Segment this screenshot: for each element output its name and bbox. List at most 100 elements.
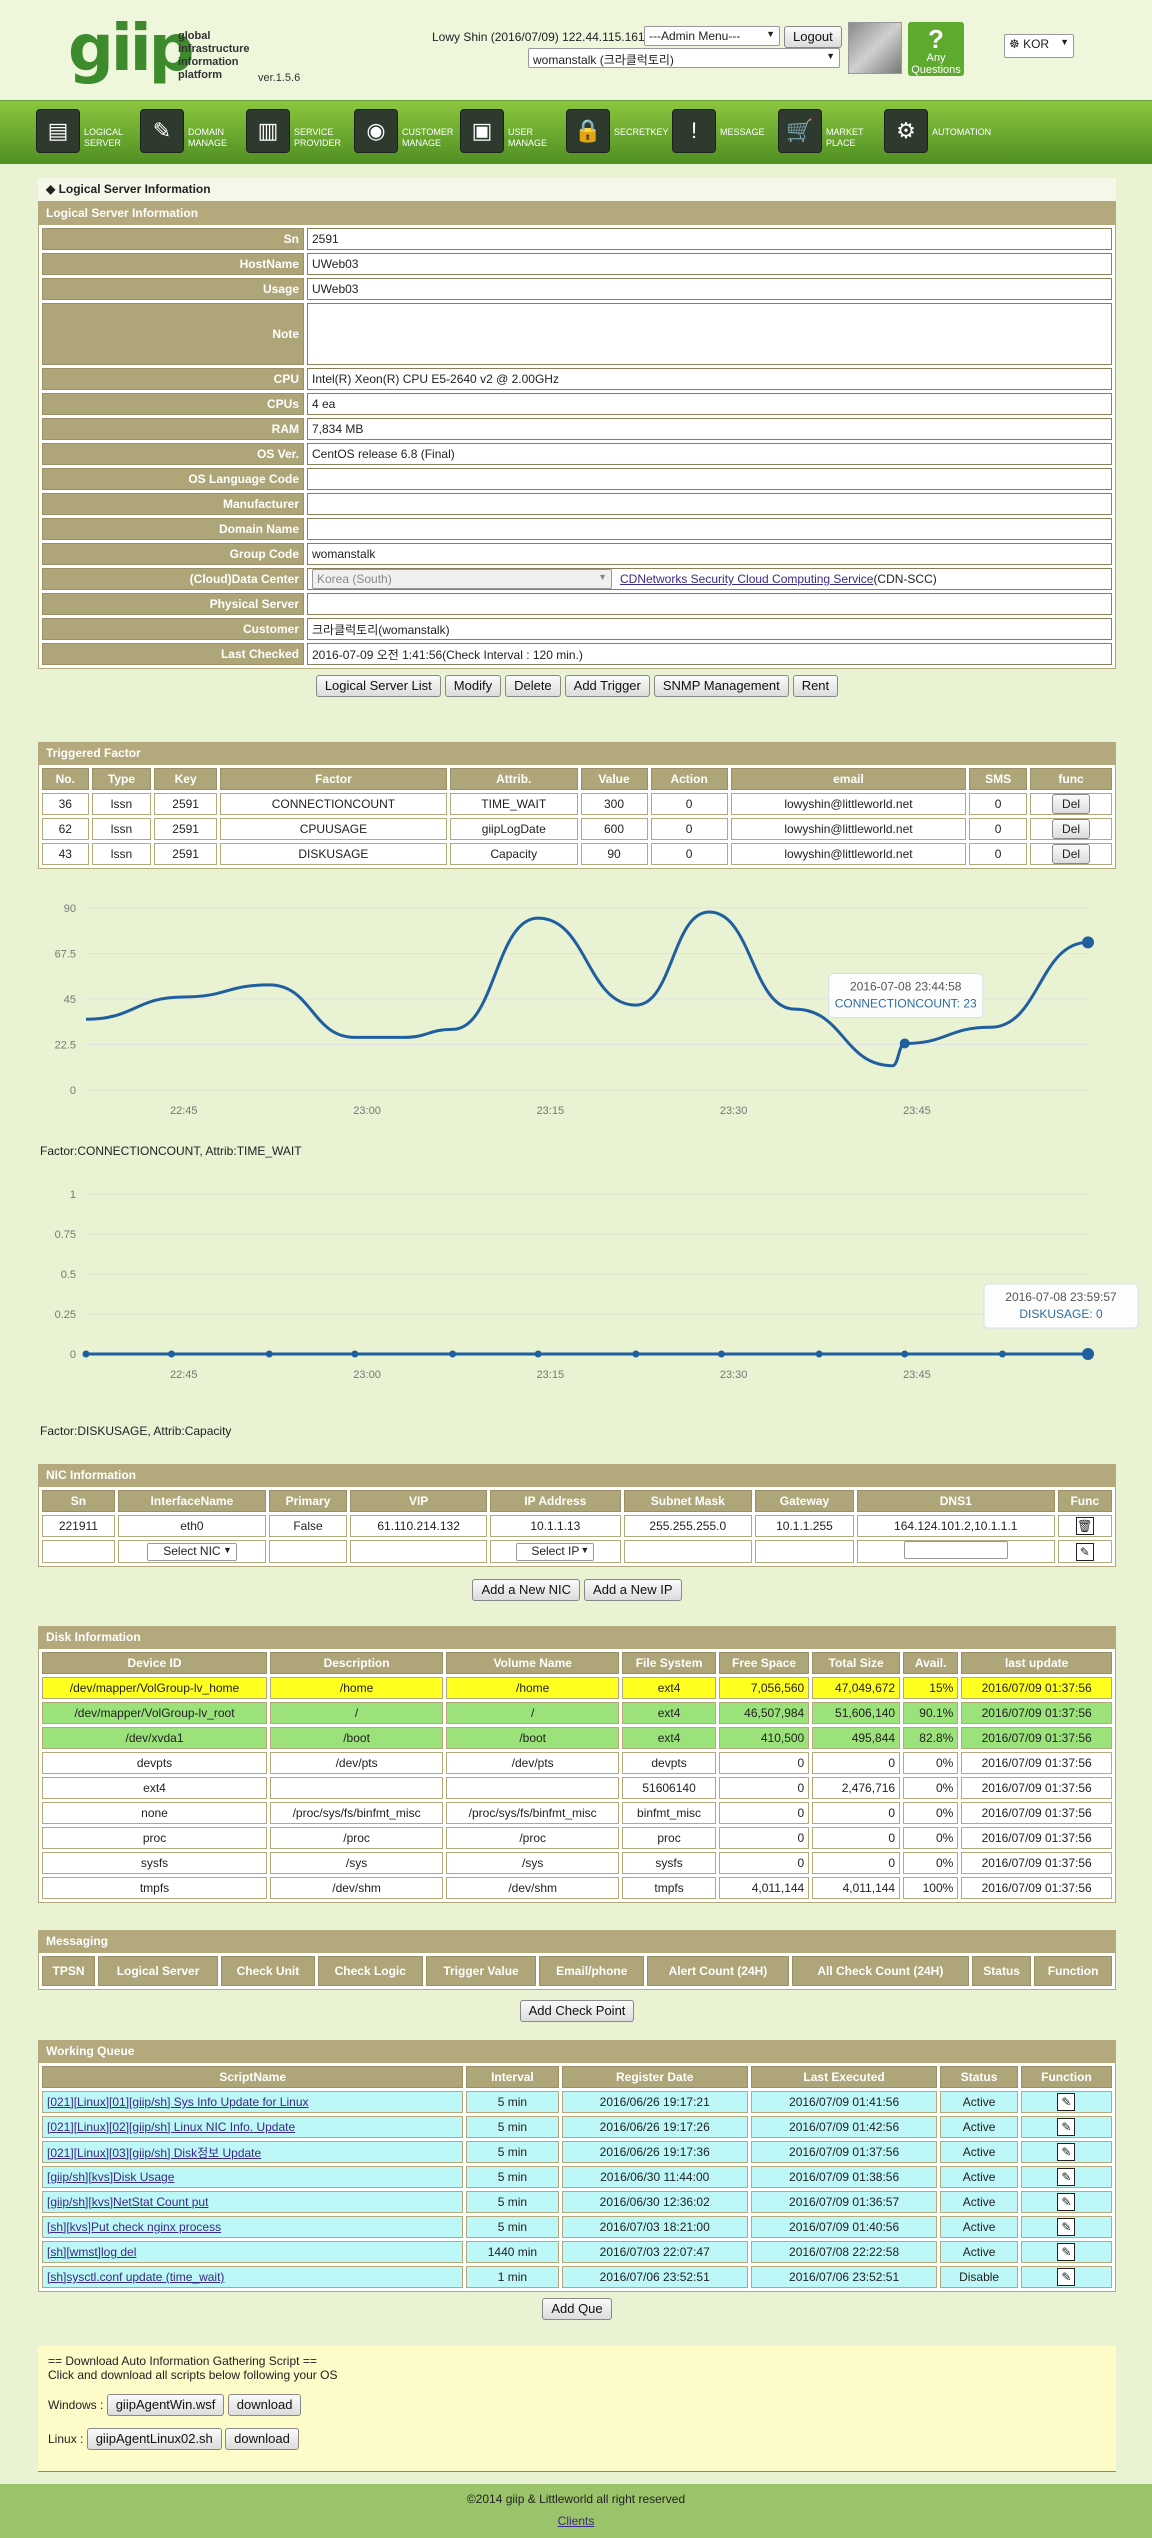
table-cell: [021][Linux][01][giip/sh] Sys Info Updat…: [42, 2091, 464, 2113]
admin-menu-select[interactable]: ---Admin Menu--- ▼: [644, 26, 780, 46]
copyright: ©2014 giip & Littleworld all right reser…: [466, 2492, 686, 2506]
table-cell: [021][Linux][02][giip/sh] Linux NIC Info…: [42, 2116, 464, 2138]
logout-button[interactable]: Logout: [784, 26, 842, 48]
info-row: Note: [42, 303, 1112, 365]
nav-item-8[interactable]: ⚙ AUTOMATION: [884, 109, 991, 157]
table-cell: 2016/07/09 01:37:56: [961, 1752, 1112, 1774]
nic-action-button-0[interactable]: Add a New NIC: [472, 1579, 581, 1601]
script-link[interactable]: [sh][wmst]log del: [47, 2245, 136, 2259]
table-cell: [623, 1540, 753, 1563]
info-label: Group Code: [42, 543, 304, 565]
data-point: [1082, 936, 1094, 949]
dns-input[interactable]: [903, 1541, 1008, 1559]
nav-item-6[interactable]: ! MESSAGE: [672, 109, 772, 157]
table-row: [giip/sh][kvs]Disk Usage 5 min 2016/06/30 …: [42, 2166, 1112, 2188]
delete-trigger-button[interactable]: Del: [1052, 794, 1091, 814]
edit-icon[interactable]: ✎: [1057, 2243, 1076, 2261]
nav-item-0[interactable]: ▤ LOGICAL SERVER: [36, 109, 136, 157]
server-action-button-5[interactable]: Rent: [792, 675, 839, 697]
nav-item-4[interactable]: ▣ USER MANAGE: [460, 109, 560, 157]
nav-item-1[interactable]: ✎ DOMAIN MANAGE: [140, 109, 240, 157]
server-action-button-1[interactable]: Modify: [444, 675, 502, 697]
server-action-button-3[interactable]: Add Trigger: [564, 675, 650, 697]
nav-label: SERVICE PROVIDER: [294, 127, 342, 148]
server-action-button-0[interactable]: Logical Server List: [315, 675, 441, 697]
info-label: Customer: [42, 618, 304, 640]
edit-icon[interactable]: ✎: [1075, 1542, 1094, 1561]
table-row: ext4 51606140 0 2,476,716 0% 2016/07/09 01:37…: [42, 1777, 1112, 1799]
avatar[interactable]: [848, 22, 902, 74]
nic-action-button-1[interactable]: Add a New IP: [584, 1579, 682, 1601]
datacenter-link[interactable]: CDNetworks Security Cloud Computing Serv…: [620, 572, 873, 586]
any-questions-button[interactable]: ? Any Questions: [908, 22, 964, 76]
column-header: Primary: [268, 1490, 348, 1512]
column-header: Interval: [466, 2066, 559, 2088]
script-link[interactable]: [sh]sysctl.conf update (time_wait): [47, 2270, 224, 2284]
table-cell: 2016/07/09 01:38:56: [750, 2166, 938, 2188]
data-point: [1082, 1348, 1094, 1360]
table-cell: 0%: [903, 1752, 959, 1774]
y-tick-label: 0.5: [61, 1269, 76, 1281]
edit-icon[interactable]: ✎: [1057, 2168, 1076, 2186]
table-cell: 47,049,672: [812, 1677, 901, 1699]
edit-icon[interactable]: ✎: [1057, 2143, 1076, 2161]
script-link[interactable]: [giip/sh][kvs]NetStat Count put: [47, 2195, 208, 2209]
edit-icon[interactable]: ✎: [1057, 2118, 1076, 2136]
windows-script-button[interactable]: giipAgentWin.wsf: [106, 2394, 225, 2416]
trash-icon[interactable]: 🗑: [1075, 1517, 1094, 1535]
column-header: Total Size: [812, 1652, 901, 1674]
nav-item-2[interactable]: ▥ SERVICE PROVIDER: [246, 109, 346, 157]
windows-download-button[interactable]: download: [227, 2394, 302, 2416]
server-action-button-2[interactable]: Delete: [505, 675, 561, 697]
y-tick-label: 1: [70, 1189, 76, 1201]
info-label: Domain Name: [42, 518, 304, 540]
column-header: Alert Count (24H): [647, 1956, 789, 1986]
script-link[interactable]: [021][Linux][02][giip/sh] Linux NIC Info…: [47, 2120, 295, 2134]
nic-table: Sn InterfaceName Primary VIP IP Address Subne…: [38, 1486, 1116, 1567]
nav-icon: !: [672, 109, 716, 153]
table-cell: 61.110.214.132: [350, 1515, 488, 1537]
nav-item-7[interactable]: 🛒 MARKET PLACE: [778, 109, 878, 157]
panel-title: Messaging: [38, 1930, 1116, 1952]
edit-icon[interactable]: ✎: [1057, 2268, 1076, 2286]
nav-item-3[interactable]: ◉ CUSTOMER MANAGE: [354, 109, 454, 157]
giip-logo[interactable]: giip global infrastructure information p…: [68, 17, 328, 88]
script-link[interactable]: [sh][kvs]Put check nginx process: [47, 2220, 221, 2234]
server-action-button-4[interactable]: SNMP Management: [653, 675, 789, 697]
edit-icon[interactable]: ✎: [1057, 2093, 1076, 2111]
clients-link[interactable]: Clients: [558, 2514, 595, 2528]
table-cell: lssn: [91, 793, 152, 815]
language-select[interactable]: ☸ KOR ▼: [1004, 34, 1074, 58]
column-header: Check Unit: [221, 1956, 315, 1986]
delete-trigger-button[interactable]: Del: [1052, 819, 1091, 839]
column-header: last update: [961, 1652, 1112, 1674]
table-cell: proc: [622, 1827, 716, 1849]
nav-item-5[interactable]: 🔒 SECRETKEY: [566, 109, 669, 157]
project-select[interactable]: womanstalk (크라클럭토리) ▼: [528, 48, 840, 68]
script-link[interactable]: [021][Linux][03][giip/sh] Disk정보 Update: [47, 2146, 261, 2160]
header: giip global infrastructure information p…: [0, 0, 1152, 100]
add-check-point-button[interactable]: Add Check Point: [519, 2000, 635, 2022]
delete-trigger-button[interactable]: Del: [1052, 844, 1091, 864]
table-cell: /dev/shm: [270, 1877, 444, 1899]
select-ip[interactable]: Select IP ▼: [516, 1542, 595, 1561]
table-cell: 164.124.101.2,10.1.1.1: [856, 1515, 1055, 1537]
linux-script-button[interactable]: giipAgentLinux02.sh: [86, 2428, 222, 2450]
table-cell: 0: [969, 818, 1028, 840]
datacenter-select[interactable]: Korea (South) ▼: [312, 569, 612, 589]
nav-label: MARKET PLACE: [826, 127, 864, 148]
linux-download-button[interactable]: download: [225, 2428, 299, 2450]
script-link[interactable]: [giip/sh][kvs]Disk Usage: [47, 2170, 174, 2184]
info-label: OS Ver.: [42, 443, 304, 465]
table-cell: 2016/06/26 19:17:36: [561, 2141, 748, 2163]
edit-icon[interactable]: ✎: [1057, 2193, 1076, 2211]
diskusage-chart[interactable]: 0 0.25 0.5 0.75 1 22:45 23:00 23:15 23:30 23:45 20…: [0, 1166, 1152, 1426]
script-link[interactable]: [021][Linux][01][giip/sh] Sys Info Updat…: [47, 2095, 309, 2109]
connectioncount-chart[interactable]: 0 22.5 45 67.5 90 22:45 23:00 23:15 23:30 23:45 20…: [0, 880, 1152, 1160]
column-header: File System: [622, 1652, 716, 1674]
add-que-button[interactable]: Add Que: [542, 2298, 612, 2320]
select-nic[interactable]: Select NIC ▼: [146, 1542, 237, 1561]
info-row: RAM 7,834 MB: [42, 418, 1112, 440]
tooltip-value: DISKUSAGE: 0: [1019, 1307, 1103, 1321]
edit-icon[interactable]: ✎: [1057, 2218, 1076, 2236]
